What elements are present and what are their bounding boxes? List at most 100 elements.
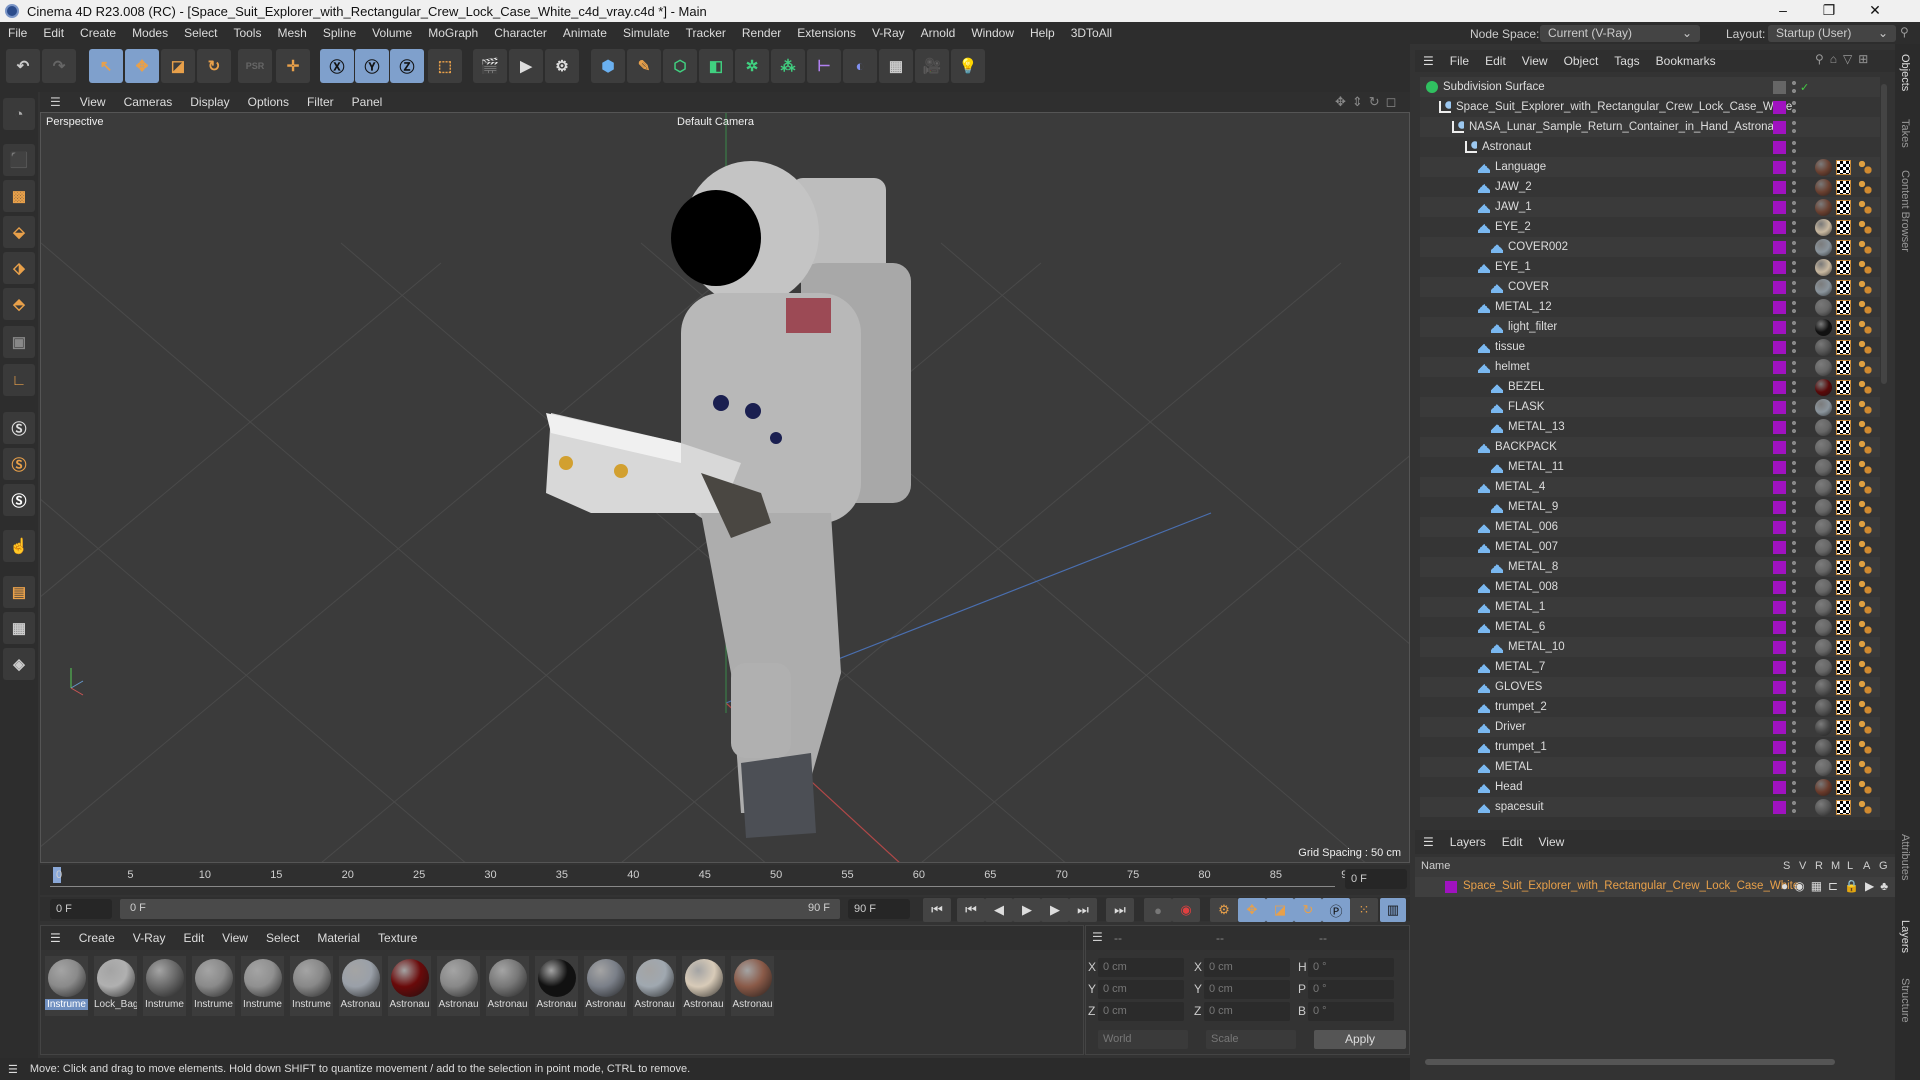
mograph-icon[interactable]: ⁂	[771, 49, 805, 83]
render-view-icon[interactable]: 🎬	[473, 49, 507, 83]
material-swatch[interactable]: Lock_Bag	[94, 956, 137, 1016]
uvw-tag-icon[interactable]	[1836, 619, 1851, 635]
object-row[interactable]: tissue	[1420, 337, 1880, 357]
uvw-tag-icon[interactable]	[1836, 659, 1851, 675]
material-swatch[interactable]: Instrume	[241, 956, 284, 1016]
object-menu-object[interactable]: Object	[1556, 54, 1607, 68]
material-swatch[interactable]: Astronau	[535, 956, 578, 1016]
visibility-dots-icon[interactable]	[1792, 440, 1796, 454]
viewport-menu-display[interactable]: Display	[181, 95, 238, 109]
uv-mode-icon[interactable]: ▣	[3, 326, 35, 358]
material-swatch[interactable]: Instrume	[290, 956, 333, 1016]
material-tag-icon[interactable]	[1815, 498, 1832, 516]
menu-tools[interactable]: Tools	[225, 26, 269, 40]
object-row[interactable]: METAL_007	[1420, 537, 1880, 557]
layer-color-tag[interactable]	[1773, 760, 1786, 774]
object-row[interactable]: BACKPACK	[1420, 437, 1880, 457]
menu-volume[interactable]: Volume	[364, 26, 420, 40]
locked-workplane-icon[interactable]: ◈	[3, 648, 35, 680]
layer-name[interactable]: Space_Suit_Explorer_with_Rectangular_Cre…	[1463, 880, 1799, 892]
visibility-dots-icon[interactable]	[1792, 700, 1796, 714]
layer-color-tag[interactable]	[1773, 440, 1786, 454]
uvw-tag-icon[interactable]	[1836, 399, 1851, 415]
phong-tag-icon[interactable]	[1858, 740, 1872, 754]
uvw-tag-icon[interactable]	[1836, 219, 1851, 235]
menu-mesh[interactable]: Mesh	[269, 26, 314, 40]
phong-tag-icon[interactable]	[1858, 240, 1872, 254]
material-swatch[interactable]: Instrume	[45, 956, 88, 1016]
phong-tag-icon[interactable]	[1858, 700, 1872, 714]
undo-icon[interactable]: ↶	[6, 49, 40, 83]
next-key-icon[interactable]: ⏭	[1069, 898, 1097, 922]
snap-icon[interactable]: Ⓢ	[3, 412, 35, 444]
visibility-dots-icon[interactable]	[1792, 180, 1796, 194]
object-row[interactable]: Space_Suit_Explorer_with_Rectangular_Cre…	[1420, 97, 1880, 117]
material-tag-icon[interactable]	[1815, 758, 1832, 776]
layer-color-tag[interactable]	[1773, 100, 1786, 114]
object-menu-edit[interactable]: Edit	[1477, 54, 1514, 68]
object-row[interactable]: METAL_008	[1420, 577, 1880, 597]
visibility-dots-icon[interactable]	[1792, 680, 1796, 694]
object-row[interactable]: trumpet_1	[1420, 737, 1880, 757]
hamburger-icon[interactable]: ☰	[1092, 930, 1103, 944]
uvw-tag-icon[interactable]	[1836, 279, 1851, 295]
subdivision-icon[interactable]: ⬡	[663, 49, 697, 83]
go-to-end-icon[interactable]: ⏭	[1106, 898, 1134, 922]
object-row[interactable]: GLOVES	[1420, 677, 1880, 697]
side-tab-attributes[interactable]: Attributes	[1899, 834, 1911, 880]
coordinate-system-icon[interactable]: ⬚	[428, 49, 462, 83]
material-swatch[interactable]: Astronau	[731, 956, 774, 1016]
timeline-layout-icon[interactable]: ▥	[1380, 898, 1406, 922]
menu-create[interactable]: Create	[72, 26, 124, 40]
phong-tag-icon[interactable]	[1858, 460, 1872, 474]
object-row[interactable]: METAL_10	[1420, 637, 1880, 657]
object-row[interactable]: METAL_12	[1420, 297, 1880, 317]
material-tag-icon[interactable]	[1815, 218, 1832, 236]
viewport-menu-panel[interactable]: Panel	[343, 95, 392, 109]
layer-color-tag[interactable]	[1773, 380, 1786, 394]
phong-tag-icon[interactable]	[1858, 640, 1872, 654]
menu-file[interactable]: File	[0, 26, 35, 40]
uvw-tag-icon[interactable]	[1836, 639, 1851, 655]
move-tool-icon[interactable]: ✥	[125, 49, 159, 83]
phong-tag-icon[interactable]	[1858, 800, 1872, 814]
visibility-dots-icon[interactable]	[1792, 480, 1796, 494]
extrude-icon[interactable]: ◧	[699, 49, 733, 83]
phong-tag-icon[interactable]	[1858, 780, 1872, 794]
phong-tag-icon[interactable]	[1858, 760, 1872, 774]
object-row[interactable]: METAL_006	[1420, 517, 1880, 537]
material-tag-icon[interactable]	[1815, 418, 1832, 436]
visibility-dots-icon[interactable]	[1792, 100, 1796, 114]
layer-color-tag[interactable]	[1773, 480, 1786, 494]
layer-color-tag[interactable]	[1773, 660, 1786, 674]
phong-tag-icon[interactable]	[1858, 440, 1872, 454]
material-tag-icon[interactable]	[1815, 158, 1832, 176]
phong-tag-icon[interactable]	[1858, 220, 1872, 234]
visibility-dots-icon[interactable]	[1792, 160, 1796, 174]
object-row[interactable]: COVER	[1420, 277, 1880, 297]
layer-color-swatch[interactable]	[1445, 881, 1457, 893]
material-tag-icon[interactable]	[1815, 698, 1832, 716]
layer-color-tag[interactable]	[1773, 560, 1786, 574]
layer-color-tag[interactable]	[1773, 120, 1786, 134]
visibility-dots-icon[interactable]	[1792, 620, 1796, 634]
layer-color-tag[interactable]	[1773, 540, 1786, 554]
coord-y-field[interactable]: 0 cm	[1098, 980, 1184, 999]
uvw-tag-icon[interactable]	[1836, 559, 1851, 575]
object-menu-view[interactable]: View	[1514, 54, 1556, 68]
phong-tag-icon[interactable]	[1858, 160, 1872, 174]
coord-x-field[interactable]: 0 cm	[1204, 958, 1290, 977]
layer-color-tag[interactable]	[1773, 720, 1786, 734]
material-menu-edit[interactable]: Edit	[174, 931, 213, 945]
layer-color-tag[interactable]	[1773, 340, 1786, 354]
rotate-tool-icon[interactable]: ↻	[197, 49, 231, 83]
visibility-dots-icon[interactable]	[1792, 560, 1796, 574]
layer-color-tag[interactable]	[1773, 420, 1786, 434]
phong-tag-icon[interactable]	[1858, 480, 1872, 494]
redo-icon[interactable]: ↷	[42, 49, 76, 83]
object-row[interactable]: METAL_11	[1420, 457, 1880, 477]
object-row[interactable]: METAL_7	[1420, 657, 1880, 677]
material-swatch[interactable]: Astronau	[388, 956, 431, 1016]
apply-button[interactable]: Apply	[1314, 1030, 1406, 1049]
phong-tag-icon[interactable]	[1858, 320, 1872, 334]
